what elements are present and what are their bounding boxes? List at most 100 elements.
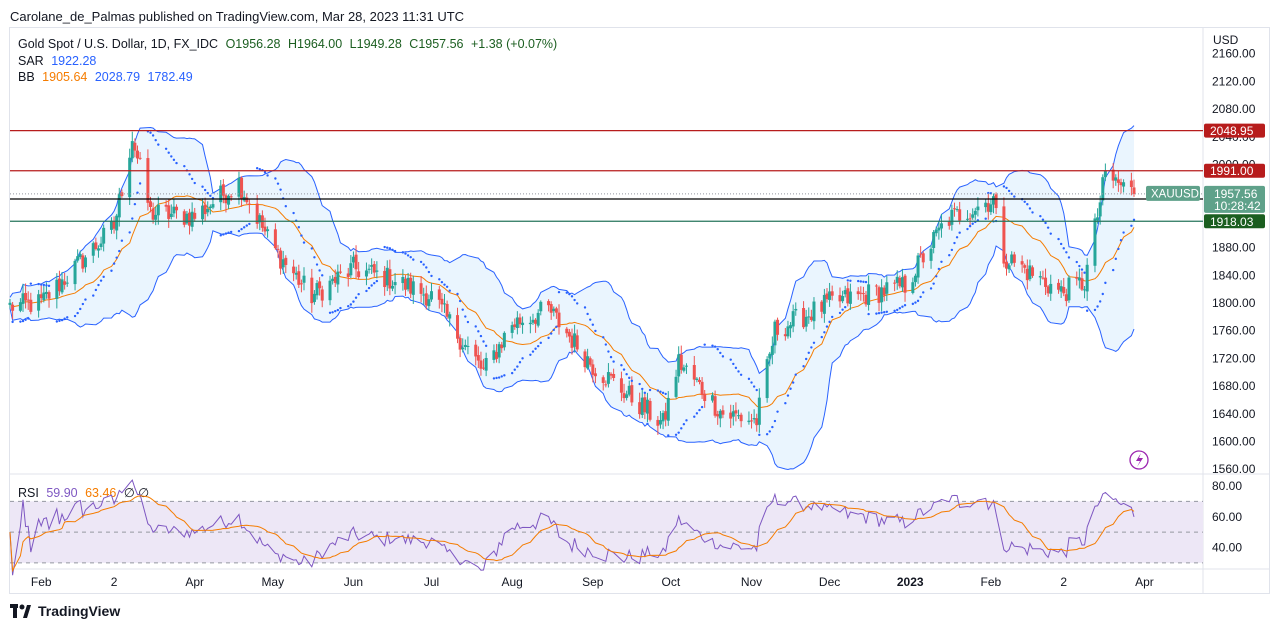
- candle-body: [55, 279, 59, 299]
- sar-dot: [383, 245, 386, 249]
- sar-dot: [1005, 186, 1008, 190]
- sar-dot: [183, 164, 186, 168]
- candle-body: [518, 317, 522, 325]
- sar-dot: [929, 287, 933, 290]
- sar-dot: [292, 211, 295, 215]
- sar-dot: [464, 315, 467, 318]
- sar-dot: [594, 329, 597, 333]
- sar-dot: [609, 355, 613, 359]
- sar-dot: [602, 336, 605, 339]
- sar-dot: [693, 415, 696, 418]
- sar-dot: [172, 158, 176, 162]
- candle-body: [861, 293, 865, 295]
- sar-dot: [711, 344, 714, 347]
- sar-dot: [409, 255, 412, 259]
- candle-body: [482, 367, 486, 369]
- candle-body: [29, 299, 33, 312]
- lightning-bolt-icon: [1136, 453, 1143, 467]
- sar-dot: [334, 309, 337, 313]
- candle-body: [679, 354, 683, 370]
- sar-dot: [255, 166, 259, 170]
- sar-dot: [297, 226, 301, 229]
- countdown-label: 10:28:42: [1214, 199, 1261, 213]
- sar-dot: [771, 425, 774, 429]
- sar-dot: [133, 202, 137, 206]
- candle-body: [570, 335, 574, 348]
- sar-dot: [859, 280, 863, 283]
- candle-body: [245, 197, 249, 203]
- candle-body: [739, 414, 743, 422]
- sar-dot: [659, 390, 662, 393]
- candle-body: [26, 299, 30, 301]
- candle-body: [128, 157, 132, 198]
- candle-body: [645, 399, 649, 414]
- sar-dot: [586, 312, 589, 316]
- time-tick-label: Jul: [424, 575, 439, 589]
- candle-body: [240, 177, 244, 199]
- sar-dot: [300, 234, 303, 237]
- candle-body: [968, 218, 972, 220]
- sar-dot: [768, 430, 771, 433]
- sar-dot: [201, 185, 204, 188]
- sar-dot: [27, 317, 30, 320]
- candle-body: [934, 229, 938, 234]
- sar-dot: [430, 274, 433, 278]
- candle-body: [658, 420, 662, 425]
- sar-dot: [583, 306, 587, 309]
- candle-body: [567, 331, 571, 337]
- sar-dot: [94, 288, 98, 292]
- sar-dot: [406, 254, 410, 257]
- tradingview-logo[interactable]: TradingView: [10, 603, 120, 619]
- sar-dot: [167, 151, 170, 154]
- candle-body: [172, 206, 176, 214]
- candle-body: [513, 324, 517, 328]
- sar-dot: [131, 217, 134, 220]
- sar-dot: [391, 248, 394, 251]
- candle-body: [661, 413, 665, 422]
- candle-body: [320, 289, 324, 301]
- sar-dot: [612, 360, 615, 363]
- sar-dot: [352, 300, 355, 303]
- candle-body: [737, 415, 741, 417]
- candle-body: [919, 253, 923, 255]
- candle-body: [42, 292, 46, 301]
- candle-body: [1062, 286, 1066, 294]
- sar-dot: [97, 283, 100, 287]
- sar-dot: [591, 323, 595, 326]
- candle-body: [700, 381, 704, 395]
- time-tick-label: Feb: [31, 575, 52, 589]
- sar-dot: [648, 388, 652, 392]
- sar-dot: [677, 431, 680, 434]
- candle-body: [154, 214, 158, 220]
- price-chart[interactable]: USD2160.002120.002080.002040.002000.0019…: [0, 0, 1280, 629]
- candle-body: [1023, 265, 1027, 268]
- candle-body: [734, 410, 738, 414]
- sar-dot: [643, 391, 647, 395]
- candle-body: [109, 220, 113, 230]
- rsi-tick-label: 80.00: [1212, 479, 1242, 493]
- candle-body: [1067, 277, 1071, 301]
- sar-dot: [877, 311, 881, 315]
- candle: [128, 148, 132, 205]
- candle-body: [952, 208, 956, 210]
- sar-dot: [1093, 308, 1097, 312]
- candle-body: [812, 301, 816, 322]
- candle-body: [575, 335, 579, 350]
- candle-body: [78, 254, 82, 258]
- sar-dot: [336, 308, 340, 312]
- sar-dot: [40, 283, 43, 286]
- candle-body: [135, 150, 139, 159]
- candle-body: [315, 283, 319, 296]
- sar-dot: [750, 381, 753, 384]
- candle-body: [697, 379, 701, 382]
- candle-body: [929, 248, 933, 261]
- sar-dot: [328, 311, 332, 314]
- sar-dot: [47, 284, 51, 288]
- sar-dot: [138, 182, 142, 185]
- sar-dot: [347, 305, 350, 308]
- sar-dot: [393, 249, 397, 253]
- candle-body: [419, 283, 423, 294]
- candle-body: [112, 221, 116, 229]
- time-tick-label: 2: [1060, 575, 1067, 589]
- sar-dot: [1028, 207, 1032, 210]
